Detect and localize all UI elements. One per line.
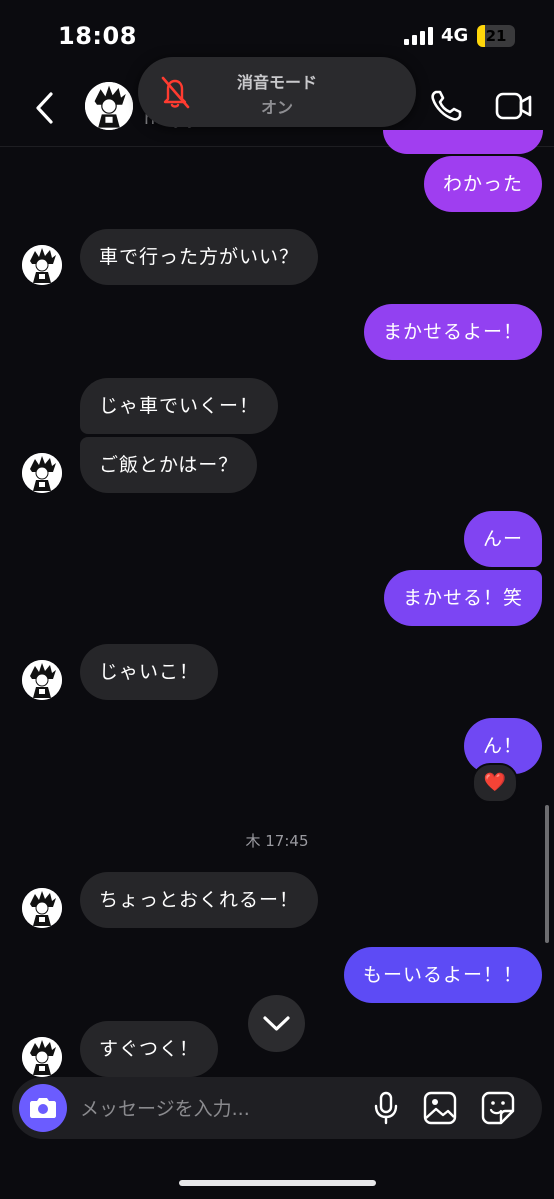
outgoing-message[interactable]: まかせる！笑 [383,570,542,626]
battery-indicator: 21 [477,25,515,47]
camera-icon [30,1098,56,1118]
scrollbar[interactable] [545,805,549,943]
camera-button[interactable] [19,1084,67,1132]
toast-subtitle: オン [260,98,293,117]
message-timestamp: 木 17:45 [245,832,309,850]
incoming-message[interactable]: じゃ車でいくー！ [80,378,279,434]
avatar-illustration-icon [22,453,62,493]
sticker-icon[interactable] [481,1091,515,1125]
avatar-illustration-icon [85,82,133,130]
network-type: 4G [441,25,469,46]
avatar-illustration-icon [22,660,62,700]
incoming-message[interactable]: ご飯とかはー？ [80,437,258,493]
message-composer: メッセージを入力... [12,1077,542,1139]
incoming-message[interactable]: すぐつく！ [80,1021,219,1077]
outgoing-bubble-partial [383,130,543,154]
sender-avatar[interactable] [22,888,62,928]
outgoing-message[interactable]: もーいるよー！！ [343,947,542,1003]
sender-avatar[interactable] [22,245,62,285]
sender-avatar[interactable] [22,660,62,700]
video-camera-icon[interactable] [495,90,533,122]
cell-signal-icon [404,27,433,45]
avatar-illustration-icon [22,1037,62,1077]
outgoing-message[interactable]: わかった [423,156,542,212]
incoming-message[interactable]: 車で行った方がいい？ [80,229,319,285]
incoming-message[interactable]: じゃいこ！ [80,644,219,700]
contact-avatar[interactable] [85,82,133,130]
outgoing-message[interactable]: んー [463,511,542,567]
sender-avatar[interactable] [22,453,62,493]
avatar-illustration-icon [22,245,62,285]
home-indicator[interactable] [179,1180,376,1186]
avatar-illustration-icon [22,888,62,928]
back-chevron-icon[interactable] [30,88,60,128]
chevron-down-icon [263,1016,290,1031]
outgoing-message[interactable]: まかせるよー！ [363,304,542,360]
microphone-icon[interactable] [372,1091,400,1125]
scroll-to-bottom-button[interactable] [248,995,305,1052]
incoming-message[interactable]: ちょっとおくれるー！ [80,872,319,928]
message-input[interactable]: メッセージを入力... [80,1094,250,1121]
sender-avatar[interactable] [22,1037,62,1077]
status-time: 18:08 [58,22,137,50]
silent-mode-toast: 消音モード オン [138,57,416,127]
phone-icon[interactable] [428,88,464,124]
gallery-icon[interactable] [423,1091,457,1125]
battery-level: 21 [485,27,507,45]
toast-title: 消音モード [236,73,317,92]
heart-reaction-icon[interactable]: ❤️ [472,763,518,803]
